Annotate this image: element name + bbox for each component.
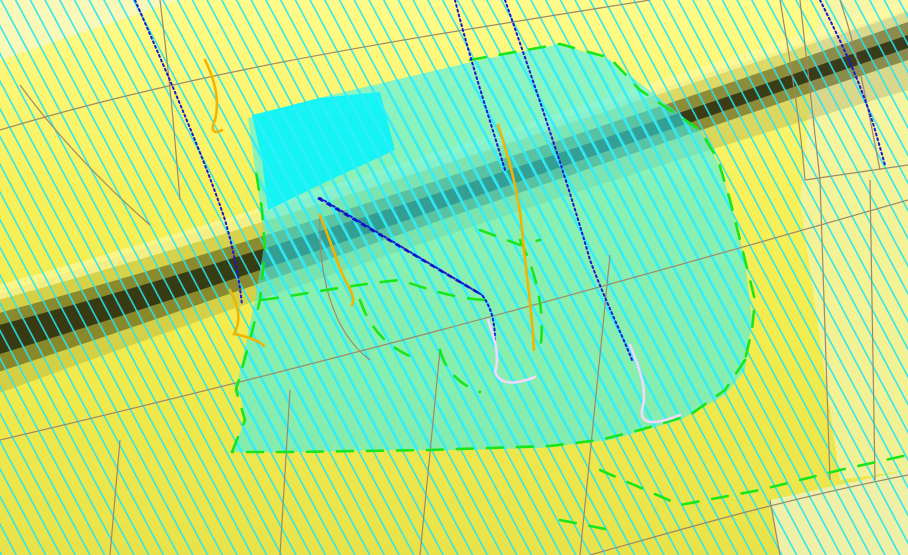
toolpath-scene[interactable] [0,0,908,555]
cad-viewport[interactable] [0,0,908,555]
